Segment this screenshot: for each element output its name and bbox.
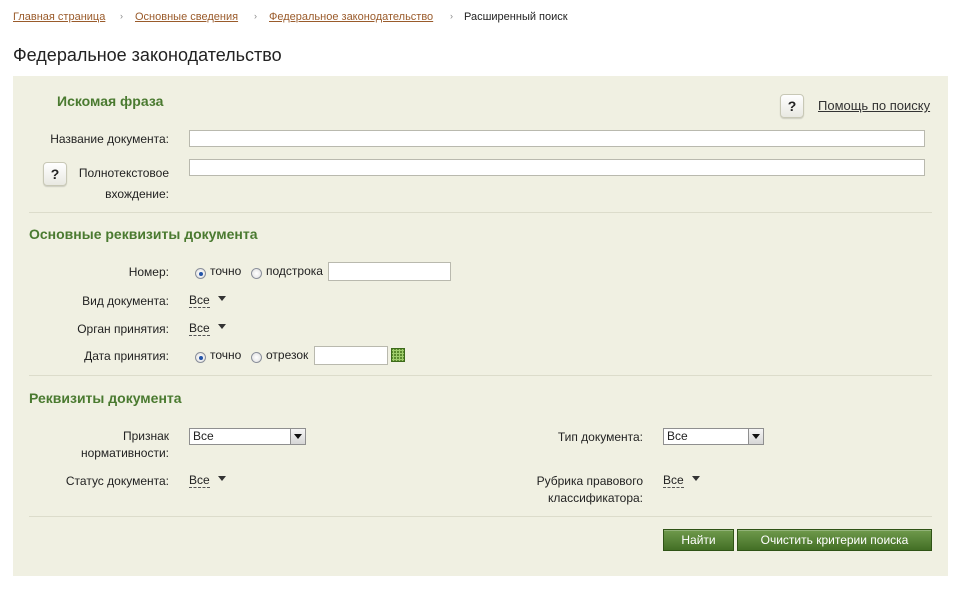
rubric-value: Все [663,473,684,488]
normative-select-value: Все [193,429,214,443]
number-substring-label[interactable]: подстрока [266,264,323,278]
breadcrumb-home[interactable]: Главная страница [13,11,105,23]
rubric-label-line2: классификатора: [548,491,643,505]
breadcrumb-federal-law[interactable]: Федеральное законодательство [269,11,433,23]
section-divider [29,516,932,517]
rubric-label: Рубрика правового классификатора: [537,473,643,507]
triangle-down-icon [691,476,700,482]
breadcrumb-separator: › [254,11,257,21]
breadcrumb-separator: › [450,11,453,21]
rubric-label-line1: Рубрика правового [536,474,643,488]
doc-type-value: Все [189,293,210,308]
breadcrumb-basic-info-link[interactable]: Основные сведения [135,11,238,23]
number-exact-radio[interactable] [195,268,206,279]
clear-criteria-button[interactable]: Очистить критерии поиска [737,529,932,551]
number-exact-label[interactable]: точно [210,264,241,278]
number-input[interactable] [328,262,451,281]
search-help-link[interactable]: Помощь по поиску [818,98,930,113]
calendar-icon[interactable] [391,348,405,362]
date-input[interactable] [314,346,388,365]
date-range-label[interactable]: отрезок [266,348,308,362]
section-divider [29,212,932,213]
date-exact-radio[interactable] [195,352,206,363]
fulltext-input[interactable] [189,159,925,176]
organ-dropdown[interactable]: Все [189,321,226,336]
doc-name-input[interactable] [189,130,925,147]
date-exact-label[interactable]: точно [210,348,241,362]
doc-type-dropdown[interactable]: Все [189,293,226,308]
fulltext-label-line2: вхождение: [105,187,169,201]
date-range-radio[interactable] [251,352,262,363]
doc-kind-label: Тип документа: [557,430,643,444]
section-divider [29,375,932,376]
normative-label-line1: Признак [122,429,169,443]
status-value: Все [189,473,210,488]
triangle-down-icon[interactable] [290,429,305,444]
breadcrumb-current: Расширенный поиск [464,11,568,23]
triangle-down-icon [217,296,226,302]
triangle-down-icon [217,476,226,482]
doc-name-label: Название документа: [50,132,169,146]
page-title: Федеральное законодательство [13,45,282,65]
section-title-main-requisites: Основные реквизиты документа [29,226,258,242]
status-label: Статус документа: [65,474,169,488]
rubric-dropdown[interactable]: Все [663,473,700,488]
number-substring-radio[interactable] [251,268,262,279]
fulltext-label-line1: Полнотекстовое [78,166,169,180]
doc-kind-select[interactable]: Все [663,428,764,445]
doc-type-label: Вид документа: [82,294,169,308]
triangle-down-icon [217,324,226,330]
normative-label: Признак нормативности: [81,428,169,462]
normative-label-line2: нормативности: [80,446,169,460]
breadcrumb-home-link[interactable]: Главная страница [13,11,105,23]
breadcrumb-federal-law-link[interactable]: Федеральное законодательство [269,11,433,23]
organ-label: Орган принятия: [77,322,169,336]
organ-value: Все [189,321,210,336]
find-button[interactable]: Найти [663,529,734,551]
section-title-requisites: Реквизиты документа [29,390,182,406]
status-dropdown[interactable]: Все [189,473,226,488]
breadcrumb-separator: › [120,11,123,21]
normative-select[interactable]: Все [189,428,306,445]
doc-kind-select-value: Все [667,429,688,443]
number-label: Номер: [128,265,169,279]
question-mark-icon[interactable]: ? [43,162,67,186]
triangle-down-icon[interactable] [748,429,763,444]
question-mark-icon[interactable]: ? [780,94,804,118]
breadcrumb-basic-info[interactable]: Основные сведения [135,11,238,23]
section-title-search-phrase: Искомая фраза [57,93,164,109]
date-label: Дата принятия: [84,349,169,363]
